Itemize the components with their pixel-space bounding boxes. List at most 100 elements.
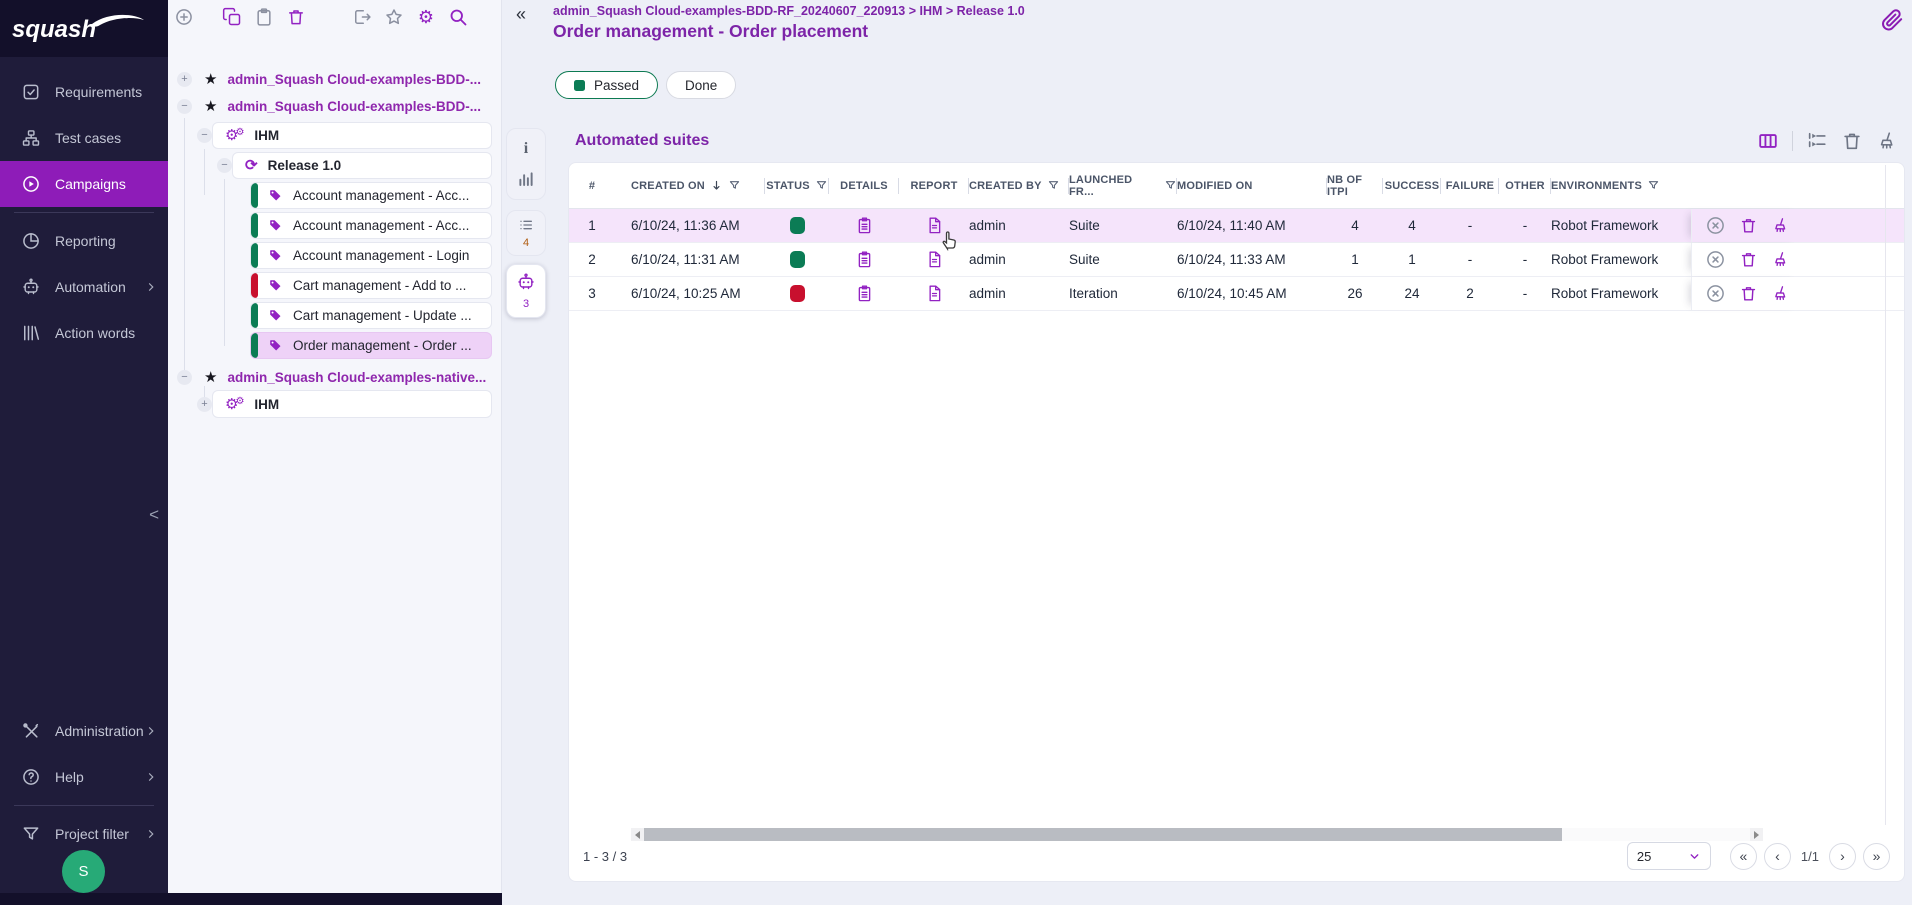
- export-icon[interactable]: [352, 7, 372, 27]
- stop-execution-icon[interactable]: [1705, 215, 1726, 236]
- breadcrumb[interactable]: admin_Squash Cloud-examples-BDD-RF_20240…: [553, 4, 1025, 18]
- tree-folder-node[interactable]: ⚙⚙ IHM: [212, 390, 492, 418]
- delete-suite-icon[interactable]: [1739, 216, 1758, 235]
- delete-suites-icon[interactable]: [1841, 130, 1863, 152]
- sidebar-item-requirements[interactable]: Requirements: [0, 69, 168, 115]
- tree-project-row[interactable]: + ★ admin_Squash Cloud-examples-BDD-...: [168, 66, 501, 92]
- tree-iteration-row[interactable]: − ⟳ Release 1.0: [168, 152, 501, 179]
- sidebar-item-administration[interactable]: Administration: [0, 708, 168, 754]
- tree-toggle[interactable]: −: [197, 128, 212, 143]
- details-clipboard-icon[interactable]: [855, 250, 874, 269]
- stop-execution-icon[interactable]: [1705, 249, 1726, 270]
- statistics-chart-icon[interactable]: [517, 170, 535, 188]
- settings-gear-icon[interactable]: ⚙: [416, 7, 436, 27]
- tree-campaign-node[interactable]: Order management - Order ...: [250, 332, 492, 359]
- sidebar-item-automation[interactable]: Automation: [0, 264, 168, 310]
- tree-toggle[interactable]: +: [197, 397, 212, 412]
- clean-suite-broom-icon[interactable]: [1771, 250, 1790, 269]
- tree-project-row[interactable]: − ★ admin_Squash Cloud-examples-BDD-...: [168, 93, 501, 119]
- clean-broom-icon[interactable]: [1876, 130, 1898, 152]
- tree-campaign-row[interactable]: Cart management - Add to ...: [168, 272, 501, 299]
- delete-icon[interactable]: [286, 7, 306, 27]
- suite-row[interactable]: 2 6/10/24, 11:31 AM admin Suite 6/10/24,…: [569, 243, 1904, 277]
- tree-campaign-row-selected[interactable]: Order management - Order ...: [168, 332, 501, 359]
- tree-campaign-row[interactable]: Account management - Login: [168, 242, 501, 269]
- next-page-button[interactable]: ›: [1829, 843, 1856, 870]
- report-file-icon[interactable]: [925, 250, 944, 269]
- column-header-launched-from[interactable]: LAUNCHED FR...: [1069, 163, 1177, 208]
- tree-folder-row[interactable]: − ⚙⚙ IHM: [168, 122, 501, 149]
- filter-funnel-icon[interactable]: [815, 179, 828, 192]
- info-icon[interactable]: i: [524, 140, 528, 158]
- details-clipboard-icon[interactable]: [855, 216, 874, 235]
- stop-execution-icon[interactable]: [1705, 283, 1726, 304]
- filter-funnel-icon[interactable]: [1047, 179, 1060, 192]
- collapse-tree-chevron[interactable]: «: [516, 4, 526, 25]
- details-clipboard-icon[interactable]: [855, 284, 874, 303]
- column-header-created-on[interactable]: CREATED ON: [615, 163, 765, 208]
- state-pill[interactable]: Done: [666, 71, 736, 99]
- list-icon[interactable]: [517, 217, 535, 233]
- sidebar-item-help[interactable]: Help: [0, 754, 168, 800]
- tree-campaign-node[interactable]: Account management - Acc...: [250, 182, 492, 209]
- filter-funnel-icon[interactable]: [1647, 179, 1660, 192]
- attachments-paperclip-icon[interactable]: [1880, 6, 1904, 34]
- column-header-nb-of-itpi[interactable]: NB OF ITPI: [1327, 163, 1383, 208]
- tree-campaign-row[interactable]: Account management - Acc...: [168, 212, 501, 239]
- execution-plan-card[interactable]: 4: [506, 210, 546, 256]
- collapse-sidebar-chevron[interactable]: <: [149, 505, 159, 525]
- search-icon[interactable]: [448, 7, 468, 27]
- tree-project-label[interactable]: admin_Squash Cloud-examples-BDD-...: [227, 72, 481, 87]
- automated-suites-card[interactable]: 3: [506, 264, 546, 318]
- columns-icon[interactable]: [1757, 130, 1779, 152]
- tree-toggle[interactable]: +: [177, 72, 192, 87]
- tree-project-label[interactable]: admin_Squash Cloud-examples-BDD-...: [227, 99, 481, 114]
- clean-suite-broom-icon[interactable]: [1771, 216, 1790, 235]
- robot-icon[interactable]: [516, 272, 536, 292]
- tree-folder-row[interactable]: + ⚙⚙ IHM: [168, 390, 501, 418]
- page-size-select[interactable]: 25: [1627, 842, 1711, 870]
- execution-status-pill[interactable]: Passed: [555, 71, 658, 99]
- tree-toggle[interactable]: −: [177, 99, 192, 114]
- tree-project-row[interactable]: − ★ admin_Squash Cloud-examples-native..…: [168, 364, 501, 390]
- column-header-num[interactable]: #: [569, 163, 615, 208]
- delete-suite-icon[interactable]: [1739, 250, 1758, 269]
- favorite-star-icon[interactable]: [384, 7, 404, 27]
- column-header-success[interactable]: SUCCESS: [1383, 163, 1441, 208]
- column-header-other[interactable]: OTHER: [1499, 163, 1551, 208]
- tree-campaign-node[interactable]: Account management - Login: [250, 242, 492, 269]
- tree-campaign-row[interactable]: Cart management - Update ...: [168, 302, 501, 329]
- squash-logo[interactable]: squash: [0, 0, 168, 57]
- report-file-icon[interactable]: [925, 216, 944, 235]
- filter-funnel-icon[interactable]: [1164, 179, 1177, 192]
- column-header-report[interactable]: REPORT: [899, 163, 969, 208]
- tree-toggle[interactable]: −: [217, 158, 232, 173]
- user-avatar[interactable]: S: [62, 850, 105, 893]
- column-header-failure[interactable]: FAILURE: [1441, 163, 1499, 208]
- tree-iteration-node[interactable]: ⟳ Release 1.0: [232, 152, 492, 179]
- new-item-icon[interactable]: [174, 7, 194, 27]
- prev-page-button[interactable]: ‹: [1764, 843, 1791, 870]
- copy-icon[interactable]: [222, 7, 242, 27]
- column-header-status[interactable]: STATUS: [765, 163, 829, 208]
- last-page-button[interactable]: »: [1863, 843, 1890, 870]
- column-header-details[interactable]: DETAILS: [829, 163, 899, 208]
- sidebar-item-reporting[interactable]: Reporting: [0, 218, 168, 264]
- tree-campaign-node[interactable]: Cart management - Update ...: [250, 302, 492, 329]
- info-panel-card[interactable]: i: [506, 128, 546, 200]
- suite-row[interactable]: 1 6/10/24, 11:36 AM admin Suite 6/10/24,…: [569, 209, 1904, 243]
- report-file-icon[interactable]: [925, 284, 944, 303]
- tree-campaign-row[interactable]: Account management - Acc...: [168, 182, 501, 209]
- tree-toggle[interactable]: −: [177, 370, 192, 385]
- first-page-button[interactable]: «: [1730, 843, 1757, 870]
- filter-funnel-icon[interactable]: [728, 179, 741, 192]
- sidebar-item-test-cases[interactable]: Test cases: [0, 115, 168, 161]
- clean-suite-broom-icon[interactable]: [1771, 284, 1790, 303]
- column-header-created-by[interactable]: CREATED BY: [969, 163, 1069, 208]
- delete-suite-icon[interactable]: [1739, 284, 1758, 303]
- tree-folder-node[interactable]: ⚙⚙ IHM: [212, 122, 492, 149]
- tree-campaign-node[interactable]: Account management - Acc...: [250, 212, 492, 239]
- suite-row[interactable]: 3 6/10/24, 10:25 AM admin Iteration 6/10…: [569, 277, 1904, 311]
- sidebar-item-campaigns[interactable]: Campaigns: [0, 161, 168, 207]
- tree-project-label[interactable]: admin_Squash Cloud-examples-native...: [227, 370, 486, 385]
